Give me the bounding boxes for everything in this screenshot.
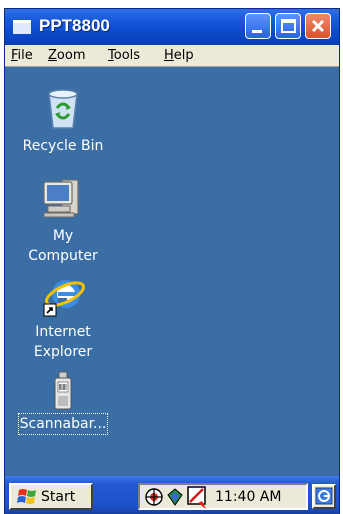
menu-tools-label: ools bbox=[113, 48, 141, 63]
close-icon bbox=[311, 19, 325, 33]
start-label: Start bbox=[41, 489, 76, 505]
desktop-icon-recycle-bin[interactable]: Recycle Bin bbox=[9, 88, 117, 156]
screen-top-edge bbox=[0, 0, 343, 8]
menu-zoom-label: oom bbox=[56, 48, 86, 63]
menu-zoom-mnemonic: Z bbox=[48, 48, 57, 63]
close-button[interactable] bbox=[305, 13, 331, 39]
minimize-icon bbox=[252, 30, 262, 33]
desktop-icon-label: Explorer bbox=[33, 344, 93, 360]
input-panel-button[interactable] bbox=[312, 484, 336, 509]
taskbar: Start 11:40 AM bbox=[5, 476, 339, 514]
desktop-icon-scanner-app[interactable]: Scannabar... bbox=[5, 371, 121, 435]
app-window: PPT8800 File Zoom Tools Help Recycle Bin… bbox=[4, 8, 340, 514]
menu-help-label: elp bbox=[173, 48, 194, 63]
computer-icon bbox=[43, 179, 79, 218]
start-button[interactable]: Start bbox=[9, 483, 93, 510]
pen-input-icon[interactable] bbox=[186, 485, 208, 509]
desktop: Recycle Bin My Computer Internet Explore… bbox=[5, 68, 339, 476]
windows-flag-icon bbox=[17, 489, 36, 504]
minimize-button[interactable] bbox=[245, 13, 271, 39]
internet-explorer-icon bbox=[43, 280, 85, 317]
maximize-icon bbox=[281, 19, 296, 33]
menu-file-label: ile bbox=[17, 48, 33, 63]
desktop-icon-label: Computer bbox=[28, 248, 98, 264]
desktop-icon-label: Scannabar... bbox=[17, 413, 109, 435]
maximize-button[interactable] bbox=[275, 13, 301, 39]
system-tray: 11:40 AM bbox=[138, 483, 308, 510]
sync-icon[interactable] bbox=[165, 487, 185, 507]
menu-bar: File Zoom Tools Help bbox=[5, 45, 339, 67]
desktop-icon-my-computer[interactable]: My Computer bbox=[21, 176, 105, 266]
clock[interactable]: 11:40 AM bbox=[215, 489, 281, 505]
menu-help[interactable]: Help bbox=[164, 48, 194, 63]
network-icon[interactable] bbox=[144, 487, 164, 507]
desktop-icon-label: Recycle Bin bbox=[22, 138, 104, 154]
window-title: PPT8800 bbox=[39, 16, 110, 35]
menu-file[interactable]: File bbox=[11, 48, 33, 63]
scanner-app-icon bbox=[54, 371, 72, 410]
menu-zoom[interactable]: Zoom bbox=[48, 48, 85, 63]
desktop-icon-label: My bbox=[52, 228, 74, 244]
keyboard-icon bbox=[315, 487, 333, 505]
menu-help-mnemonic: H bbox=[164, 48, 174, 63]
window-icon bbox=[13, 20, 31, 34]
title-bar[interactable]: PPT8800 bbox=[5, 9, 339, 45]
desktop-icon-internet-explorer[interactable]: Internet Explorer bbox=[21, 274, 105, 362]
menu-tools[interactable]: Tools bbox=[108, 48, 140, 63]
desktop-icon-label: Internet bbox=[35, 324, 91, 340]
recycle-bin-icon bbox=[48, 89, 78, 129]
